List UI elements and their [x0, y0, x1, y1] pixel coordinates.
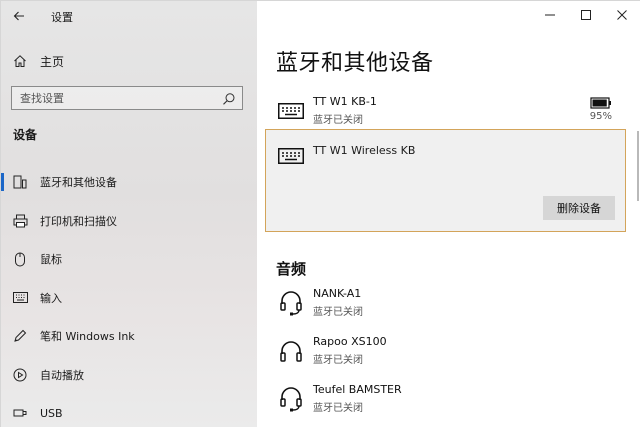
- device-nank-a1[interactable]: NANK-A1 蓝牙已关闭: [277, 287, 622, 327]
- home-icon: [12, 53, 28, 69]
- sidebar-item-autoplay[interactable]: 自动播放: [1, 356, 257, 395]
- printer-icon: [12, 213, 28, 229]
- bluetooth-devices-icon: [12, 174, 28, 190]
- search-box[interactable]: [11, 86, 243, 110]
- device-rapoo-xs100[interactable]: Rapoo XS100 蓝牙已关闭: [277, 335, 622, 375]
- maximize-button[interactable]: [567, 1, 605, 29]
- sidebar-item-label: 笔和 Windows Ink: [40, 330, 135, 344]
- close-button[interactable]: [603, 1, 640, 29]
- device-status: 蓝牙已关闭: [313, 403, 363, 414]
- minimize-button[interactable]: [531, 1, 569, 29]
- nav-list: 蓝牙和其他设备 打印机和扫描仪 鼠标 输入 笔和 Windows Ink 自动播…: [1, 163, 257, 427]
- sidebar: 设置 主页 设备 蓝牙和其他设备: [1, 1, 257, 427]
- minimize-icon: [545, 14, 555, 16]
- scrollbar[interactable]: [637, 131, 639, 201]
- back-arrow-icon: [13, 11, 24, 21]
- sidebar-item-label: 鼠标: [40, 253, 62, 267]
- sidebar-item-printers[interactable]: 打印机和扫描仪: [1, 202, 257, 241]
- battery-percent: 95%: [589, 111, 612, 122]
- sidebar-item-label: 自动播放: [40, 368, 84, 382]
- maximize-icon: [581, 10, 591, 20]
- sidebar-item-pen[interactable]: 笔和 Windows Ink: [1, 317, 257, 356]
- page-title: 蓝牙和其他设备: [276, 51, 434, 76]
- audio-section-title: 音频: [276, 260, 307, 278]
- autoplay-icon: [12, 367, 28, 383]
- home-label: 主页: [40, 54, 65, 69]
- device-name: Teufel BAMSTER: [313, 383, 402, 396]
- keyboard-icon: [277, 99, 305, 123]
- sidebar-item-usb[interactable]: USB: [1, 394, 257, 427]
- sidebar-item-label: USB: [40, 406, 63, 420]
- device-teufel-bamster[interactable]: Teufel BAMSTER 蓝牙已关闭: [277, 383, 622, 423]
- nav-home[interactable]: 主页: [1, 49, 257, 73]
- keyboard-icon: [12, 290, 28, 306]
- back-button[interactable]: [7, 5, 31, 27]
- main-panel: 蓝牙和其他设备 TT W1 KB-1 蓝牙已关闭 95% TT W1 Wirel…: [257, 1, 640, 427]
- titlebar: 设置: [1, 1, 257, 31]
- sidebar-item-typing[interactable]: 输入: [1, 279, 257, 318]
- sidebar-item-label: 蓝牙和其他设备: [40, 176, 117, 190]
- remove-device-button[interactable]: 删除设备: [543, 196, 615, 220]
- headset-mic-icon: [277, 387, 305, 412]
- settings-window: 设置 主页 设备 蓝牙和其他设备: [0, 0, 640, 427]
- device-name: Rapoo XS100: [313, 335, 387, 348]
- mouse-icon: [12, 251, 28, 267]
- battery-icon: [590, 97, 611, 109]
- device-status: 蓝牙已关闭: [313, 355, 363, 366]
- section-title: 设备: [13, 128, 38, 142]
- device-name: NANK-A1: [313, 287, 362, 300]
- device-status: 蓝牙已关闭: [313, 307, 363, 318]
- keyboard-icon: [277, 144, 305, 168]
- sidebar-item-label: 输入: [40, 291, 62, 305]
- headphones-icon: [277, 339, 305, 363]
- headset-mic-icon: [277, 291, 305, 316]
- usb-icon: [12, 405, 28, 421]
- search-input[interactable]: [20, 91, 210, 105]
- search-icon[interactable]: [222, 92, 236, 106]
- device-name: TT W1 Wireless KB: [313, 144, 416, 157]
- close-icon: [617, 10, 627, 20]
- sidebar-item-label: 打印机和扫描仪: [40, 214, 117, 228]
- device-status: 蓝牙已关闭: [313, 115, 363, 126]
- device-tt-w1-wireless-kb[interactable]: TT W1 Wireless KB 删除设备: [265, 129, 626, 232]
- app-title: 设置: [51, 11, 73, 24]
- pen-icon: [12, 328, 28, 344]
- sidebar-item-mouse[interactable]: 鼠标: [1, 240, 257, 279]
- sidebar-item-bluetooth[interactable]: 蓝牙和其他设备: [1, 163, 257, 202]
- device-name: TT W1 KB-1: [313, 95, 377, 108]
